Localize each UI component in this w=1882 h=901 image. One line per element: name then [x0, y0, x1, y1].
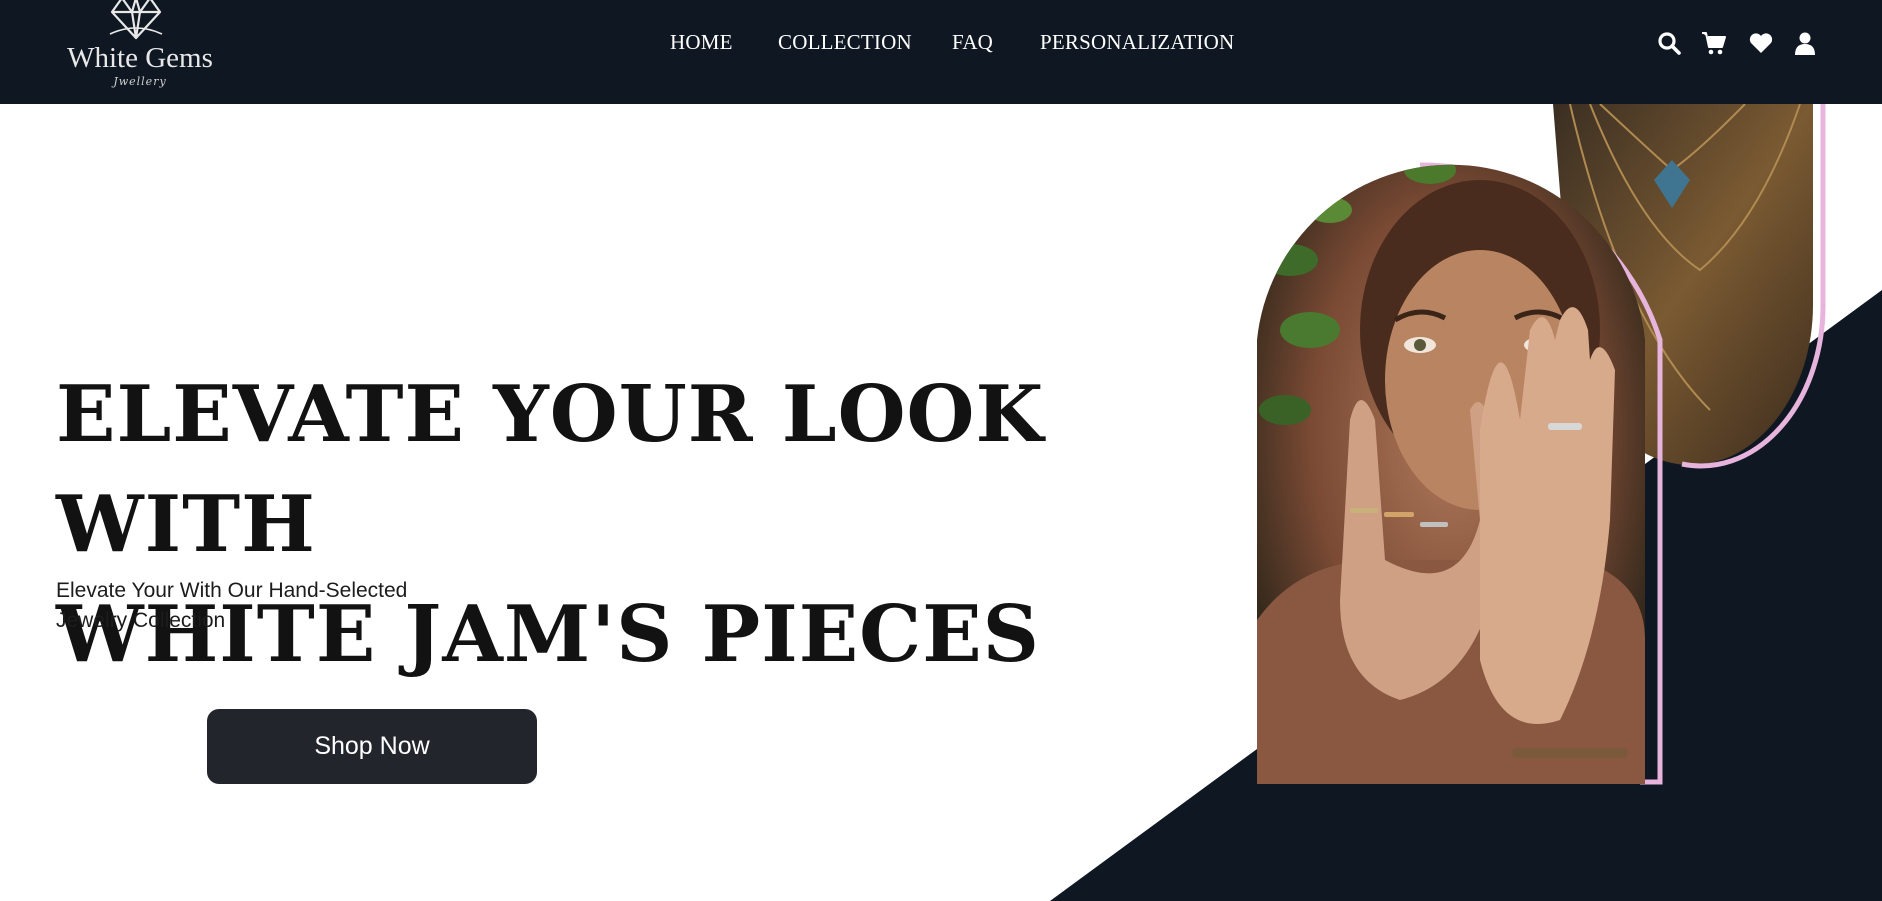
nav-collection[interactable]: COLLECTION: [778, 30, 912, 55]
nav-home[interactable]: HOME: [670, 30, 733, 55]
cart-icon[interactable]: [1701, 30, 1727, 56]
diamond-logo-icon: [109, 0, 163, 40]
user-icon[interactable]: [1792, 30, 1818, 56]
brand-tagline: Jwellery: [113, 75, 167, 88]
brand-logo[interactable]: White Gems Jwellery: [56, 0, 224, 92]
nav-faq[interactable]: FAQ: [952, 30, 993, 55]
hero-title-line-1: ELEVATE YOUR LOOK WITH: [56, 369, 1045, 570]
top-navbar: White Gems Jwellery HOME COLLECTION FAQ …: [0, 0, 1882, 104]
heart-icon[interactable]: [1748, 30, 1774, 56]
model-portrait-image: [1257, 164, 1645, 785]
hero-subtitle-line-2: Jewelry Collection: [56, 609, 226, 632]
search-icon[interactable]: [1656, 30, 1682, 56]
hero-artwork: [1257, 104, 1826, 785]
hero-subtitle-line-1: Elevate Your With Our Hand-Selected: [56, 579, 408, 602]
nav-personalization[interactable]: PERSONALIZATION: [1040, 30, 1234, 55]
hero-title: ELEVATE YOUR LOOK WITH WHITE JAM'S PIECE…: [56, 360, 1236, 690]
hero-subtitle: Elevate Your With Our Hand-Selected Jewe…: [56, 576, 476, 636]
shop-now-button[interactable]: Shop Now: [207, 709, 537, 784]
brand-name: White Gems: [67, 42, 213, 74]
